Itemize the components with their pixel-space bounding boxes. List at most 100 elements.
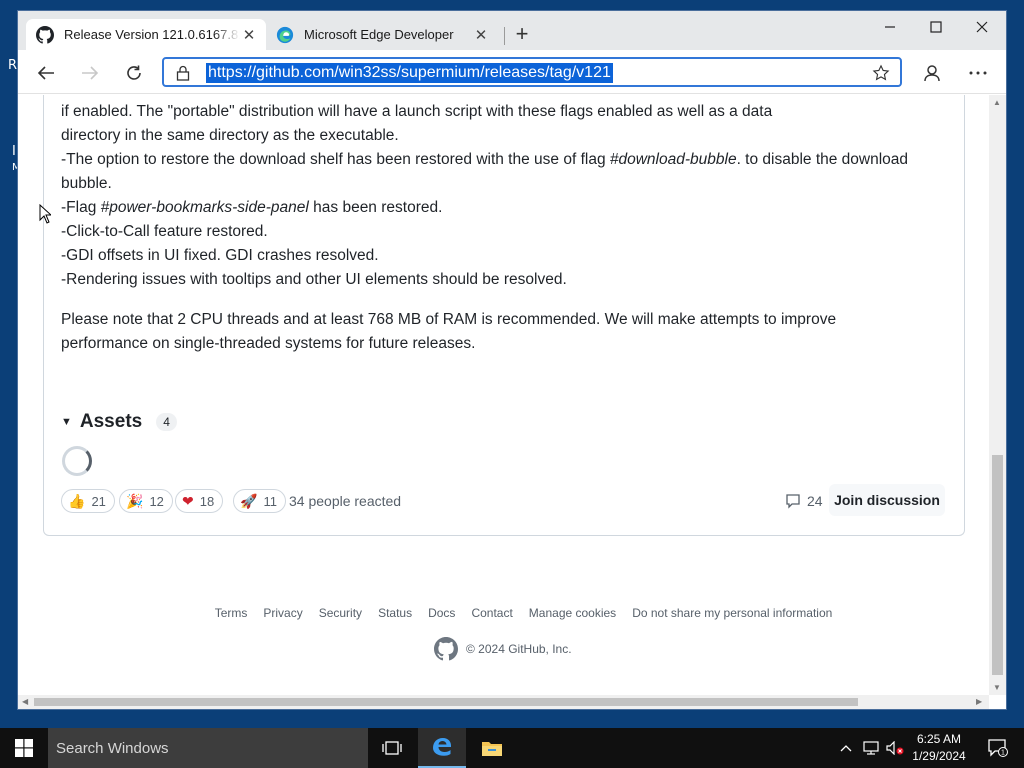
network-tray-button[interactable]	[860, 728, 882, 768]
maximize-icon	[930, 21, 942, 33]
github-logo-icon[interactable]	[434, 637, 458, 661]
refresh-icon	[127, 65, 141, 80]
assets-count-badge: 4	[156, 413, 177, 431]
scrollbar-thumb[interactable]	[34, 698, 858, 706]
notification-count: 1	[1001, 750, 1005, 757]
page-content: if enabled. The "portable" distribution …	[18, 95, 989, 695]
assets-heading: Assets	[79, 411, 143, 432]
release-note-line: performance on single-threaded systems f…	[61, 335, 476, 352]
back-button[interactable]	[31, 58, 61, 88]
tab-microsoft-edge-developer[interactable]: Microsoft Edge Developer ✕	[268, 19, 498, 50]
chevron-up-icon	[840, 745, 852, 752]
new-tab-button[interactable]: +	[510, 23, 534, 47]
reaction-heart-button[interactable]: ❤ 18	[175, 489, 224, 513]
footer-links: Terms Privacy Security Status Docs Conta…	[18, 606, 989, 620]
maximize-button[interactable]	[913, 11, 959, 43]
text-segment: has been restored.	[308, 199, 443, 216]
reaction-thumbs-up-button[interactable]: 👍 21	[61, 489, 115, 513]
address-bar[interactable]: https://github.com/win32ss/supermium/rel…	[162, 57, 902, 87]
windows-logo-icon	[15, 739, 33, 757]
volume-tray-button[interactable]	[884, 728, 906, 768]
reaction-count: 12	[149, 493, 164, 509]
close-tab-icon[interactable]: ✕	[472, 26, 490, 44]
show-hidden-icons-button[interactable]	[836, 728, 856, 768]
taskbar-file-explorer-button[interactable]	[468, 728, 516, 768]
tab-release-version[interactable]: Release Version 121.0.6167.81 · win32ss/…	[26, 19, 266, 50]
footer-link-terms[interactable]: Terms	[215, 606, 248, 620]
network-icon	[863, 741, 879, 755]
footer-link-manage-cookies[interactable]: Manage cookies	[529, 606, 616, 620]
comments-link[interactable]: 24	[785, 493, 823, 509]
footer-link-privacy[interactable]: Privacy	[263, 606, 302, 620]
join-discussion-button[interactable]: Join discussion	[829, 484, 945, 516]
text-segment: -Flag	[61, 199, 101, 216]
reaction-count: 18	[199, 493, 215, 509]
notification-icon: 1	[988, 739, 1008, 757]
release-note-line: directory in the same directory as the e…	[61, 127, 399, 144]
scroll-left-icon[interactable]: ◀	[22, 697, 28, 706]
mouse-cursor-icon	[39, 204, 51, 224]
footer-link-status[interactable]: Status	[378, 606, 412, 620]
comment-icon	[786, 494, 800, 509]
refresh-button[interactable]	[119, 58, 149, 88]
edge-icon	[276, 26, 294, 43]
browser-window: Release Version 121.0.6167.81 · win32ss/…	[17, 10, 1007, 710]
task-view-button[interactable]	[368, 728, 416, 768]
taskbar-edge-button[interactable]	[418, 728, 466, 768]
release-note-download-shelf: -The option to restore the download shel…	[61, 150, 908, 170]
scroll-up-icon[interactable]: ▲	[993, 98, 1001, 107]
footer-link-do-not-share[interactable]: Do not share my personal information	[632, 606, 832, 620]
url-text[interactable]: https://github.com/win32ss/supermium/rel…	[206, 63, 613, 83]
footer-link-docs[interactable]: Docs	[428, 606, 455, 620]
edge-legacy-icon	[433, 738, 451, 756]
scroll-down-icon[interactable]: ▼	[993, 683, 1001, 692]
flag-name: #download-bubble	[609, 151, 737, 168]
close-icon	[976, 21, 988, 33]
start-button[interactable]	[0, 728, 48, 768]
copyright-text: © 2024 GitHub, Inc.	[466, 642, 572, 656]
release-note-line: Please note that 2 CPU threads and at le…	[61, 311, 837, 328]
desktop-icon-label-fragment: I	[12, 144, 16, 159]
navigation-toolbar: https://github.com/win32ss/supermium/rel…	[18, 50, 1006, 94]
footer-link-contact[interactable]: Contact	[471, 606, 512, 620]
reaction-rocket-button[interactable]: 🚀 11	[233, 489, 286, 513]
release-note-power-bookmarks: -Flag #power-bookmarks-side-panel has be…	[61, 198, 442, 218]
forward-button[interactable]	[75, 58, 105, 88]
loading-spinner-icon	[62, 446, 92, 476]
desktop-icon-label-fragment: R	[8, 58, 18, 73]
caret-down-icon: ▼	[61, 416, 72, 428]
footer-link-security[interactable]: Security	[319, 606, 362, 620]
action-center-button[interactable]: 1	[978, 728, 1018, 768]
minimize-icon	[885, 26, 895, 28]
reaction-count: 21	[91, 493, 106, 509]
flag-name: #power-bookmarks-side-panel	[100, 199, 309, 216]
taskbar-clock[interactable]: 6:25 AM 1/29/2024	[906, 731, 972, 765]
clock-date: 1/29/2024	[912, 749, 966, 763]
user-icon	[924, 65, 940, 82]
taskbar: Search Windows 6:25 AM 1/29/2024 1	[0, 728, 1024, 768]
thumbs-up-icon: 👍	[68, 492, 86, 509]
release-note-line: -Click-to-Call feature restored.	[61, 223, 268, 240]
scroll-right-icon[interactable]: ▶	[976, 697, 982, 706]
close-window-button[interactable]	[959, 11, 1005, 43]
minimize-button[interactable]	[867, 11, 913, 43]
more-menu-button[interactable]	[963, 58, 993, 88]
reaction-count: 11	[263, 493, 277, 509]
lock-icon	[176, 65, 190, 81]
profile-button[interactable]	[917, 58, 947, 88]
horizontal-scrollbar[interactable]: ◀ ▶	[18, 695, 989, 709]
reaction-hooray-button[interactable]: 🎉 12	[119, 489, 173, 513]
arrow-right-icon	[82, 66, 99, 80]
rocket-icon: 🚀	[240, 492, 258, 509]
scrollbar-thumb[interactable]	[992, 455, 1003, 675]
vertical-scrollbar[interactable]: ▲ ▼	[989, 95, 1006, 695]
tab-divider	[504, 27, 505, 45]
text-segment: -The option to restore the download shel…	[61, 151, 610, 168]
assets-toggle[interactable]: ▼ Assets 4	[61, 411, 177, 433]
favorite-star-icon[interactable]	[872, 64, 890, 82]
close-tab-icon[interactable]: ✕	[240, 26, 258, 44]
release-note-line: bubble.	[61, 175, 112, 192]
heart-icon: ❤	[182, 492, 194, 509]
taskbar-search-box[interactable]: Search Windows	[48, 728, 368, 768]
ellipsis-icon	[969, 71, 987, 75]
